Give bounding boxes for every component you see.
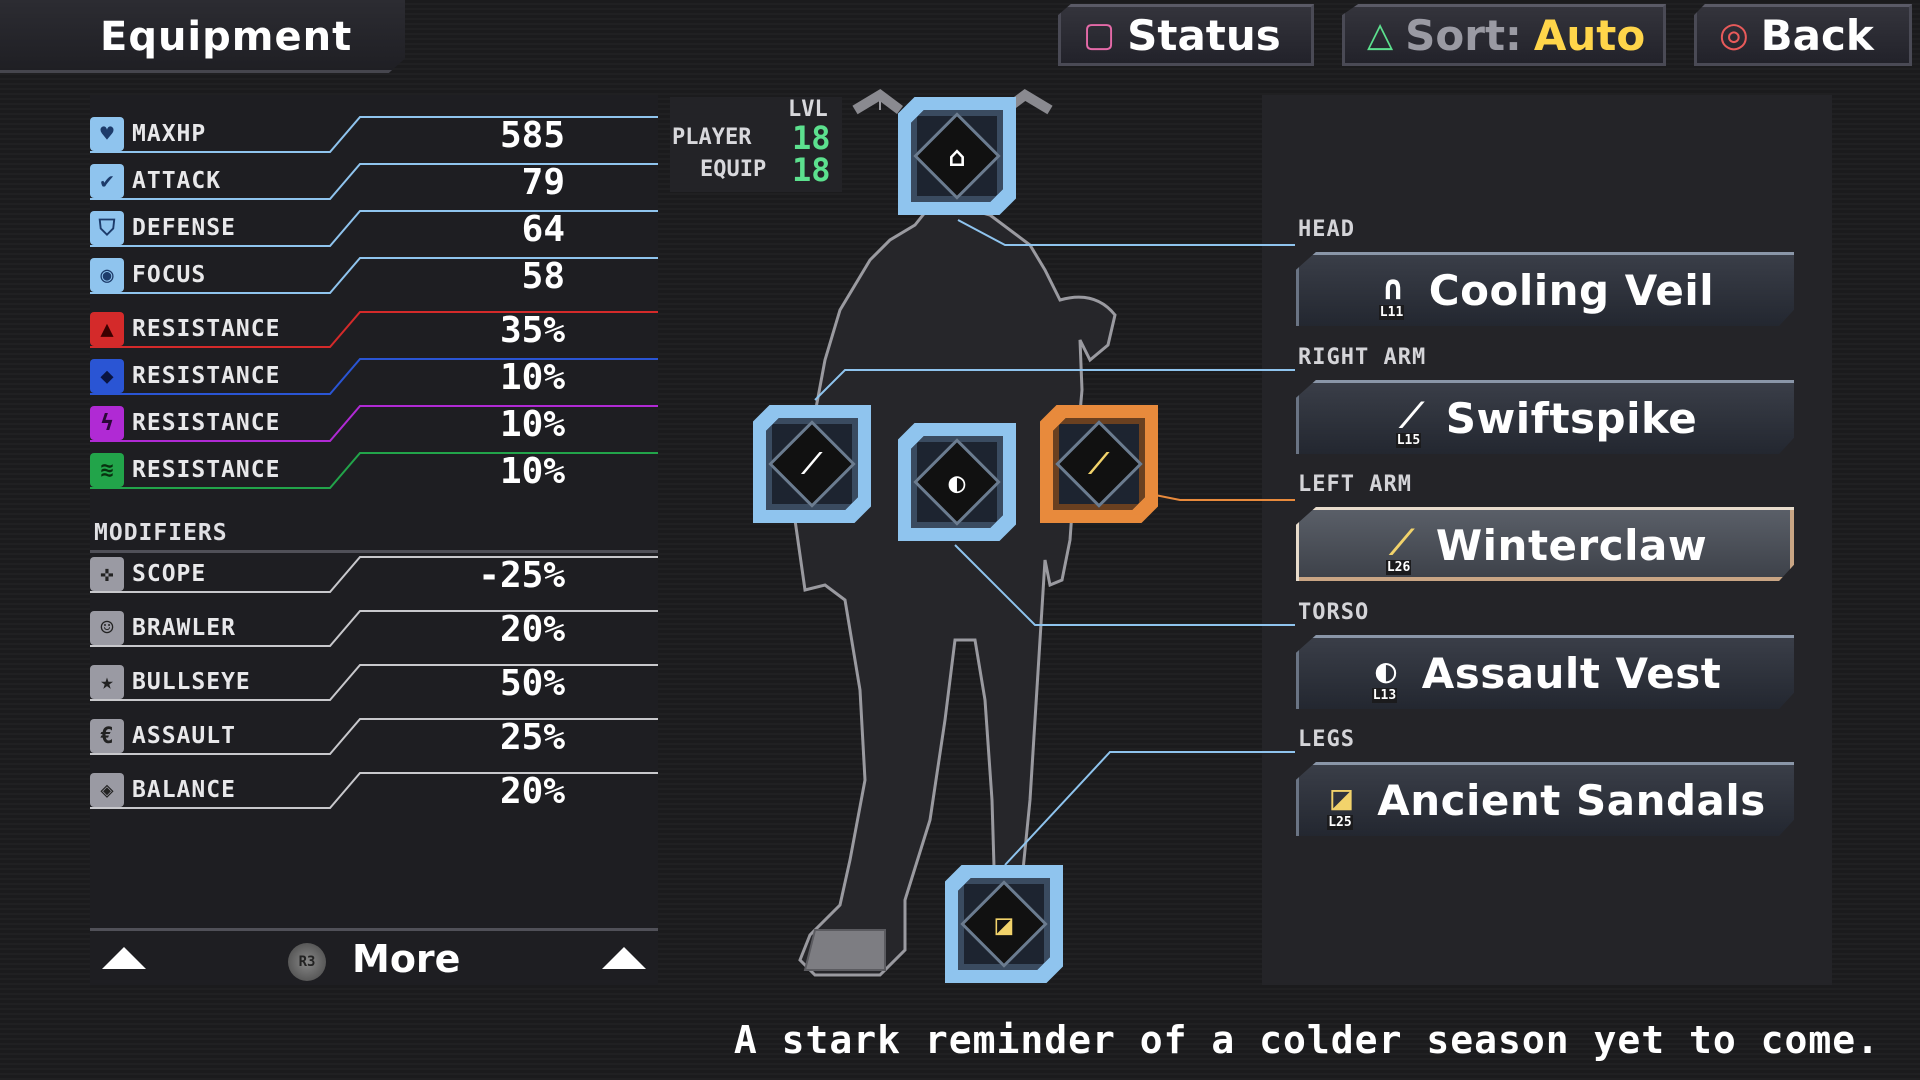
- boot-icon: ◪: [995, 907, 1013, 941]
- equip-button-legs[interactable]: ◪ L25 Ancient Sandals: [1296, 762, 1794, 836]
- helmet-icon: ⌂: [948, 139, 966, 173]
- legs-slot[interactable]: ◪: [945, 865, 1063, 983]
- arm-icon: ⟋: [802, 446, 822, 480]
- torso-slot[interactable]: ◐: [898, 423, 1016, 541]
- item-level: L13: [1371, 687, 1398, 703]
- item-level: L15: [1395, 432, 1422, 448]
- arm-icon: ⟋ L26: [1385, 522, 1414, 575]
- right-arm-slot[interactable]: ⟋: [753, 405, 871, 523]
- category-head: HEAD: [1298, 217, 1355, 242]
- left-arm-slot[interactable]: ⟋: [1040, 405, 1158, 523]
- equip-button-torso[interactable]: ◐ L13 Assault Vest: [1296, 635, 1794, 709]
- head-slot[interactable]: ⌂: [898, 97, 1016, 215]
- vest-icon: ◐: [948, 465, 966, 499]
- category-legs: LEGS: [1298, 727, 1355, 752]
- helmet-icon: ∩ L11: [1378, 267, 1405, 320]
- equip-name-head: Cooling Veil: [1428, 266, 1715, 315]
- item-level: L11: [1378, 304, 1405, 320]
- equip-name-torso: Assault Vest: [1421, 649, 1722, 698]
- equip-name-right-arm: Swiftspike: [1445, 394, 1698, 443]
- equip-button-head[interactable]: ∩ L11 Cooling Veil: [1296, 252, 1794, 326]
- equip-button-right-arm[interactable]: ⟋ L15 Swiftspike: [1296, 380, 1794, 454]
- equip-name-left-arm: Winterclaw: [1435, 521, 1708, 570]
- item-level: L25: [1327, 814, 1353, 830]
- category-left-arm: LEFT ARM: [1298, 472, 1412, 497]
- arm-icon: ⟋ L15: [1395, 395, 1424, 448]
- boot-icon: ◪ L25: [1327, 777, 1353, 830]
- item-level: L26: [1385, 559, 1412, 575]
- arm-icon: ⟋: [1089, 446, 1109, 480]
- equip-name-legs: Ancient Sandals: [1377, 776, 1766, 825]
- item-description: A stark reminder of a colder season yet …: [733, 1018, 1880, 1062]
- vest-icon: ◐ L13: [1371, 650, 1398, 703]
- equip-button-left-arm[interactable]: ⟋ L26 Winterclaw: [1296, 507, 1794, 581]
- category-right-arm: RIGHT ARM: [1298, 345, 1427, 370]
- category-torso: TORSO: [1298, 600, 1370, 625]
